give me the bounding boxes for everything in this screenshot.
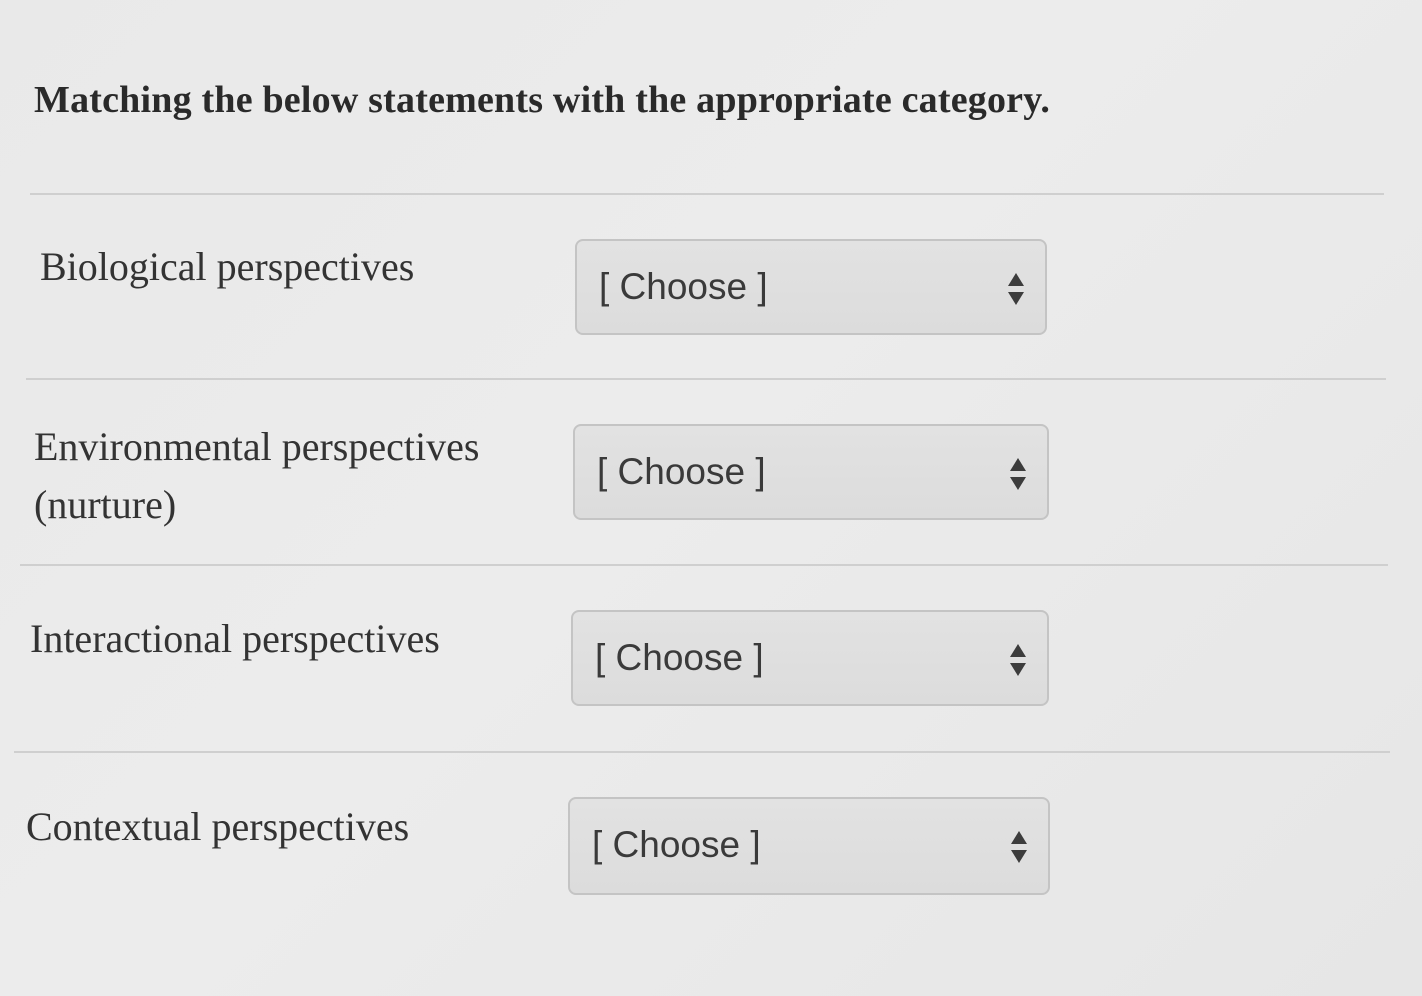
statement-label-interactional: Interactional perspectives: [30, 616, 440, 661]
divider: [20, 564, 1388, 566]
divider: [30, 193, 1384, 195]
sort-up-down-icon: [1011, 831, 1027, 863]
statement-label-biological: Biological perspectives: [40, 244, 415, 289]
select-value: [ Choose ]: [595, 637, 764, 678]
category-select-environmental[interactable]: [ Choose ]: [573, 424, 1049, 520]
select-value: [ Choose ]: [599, 266, 768, 307]
statement-label-contextual: Contextual perspectives: [26, 804, 410, 849]
select-value: [ Choose ]: [597, 451, 766, 492]
category-select-contextual[interactable]: [ Choose ]: [568, 797, 1050, 895]
category-select-biological[interactable]: [ Choose ]: [575, 239, 1047, 335]
sort-up-down-icon: [1010, 458, 1026, 490]
question-title: Matching the below statements with the a…: [34, 79, 1051, 121]
divider: [26, 378, 1386, 380]
divider: [14, 751, 1390, 753]
category-select-interactional[interactable]: [ Choose ]: [571, 610, 1049, 706]
statement-label-environmental: Environmental perspectives (nurture): [34, 424, 480, 527]
select-value: [ Choose ]: [592, 824, 761, 865]
sort-up-down-icon: [1008, 273, 1024, 305]
sort-up-down-icon: [1010, 644, 1026, 676]
